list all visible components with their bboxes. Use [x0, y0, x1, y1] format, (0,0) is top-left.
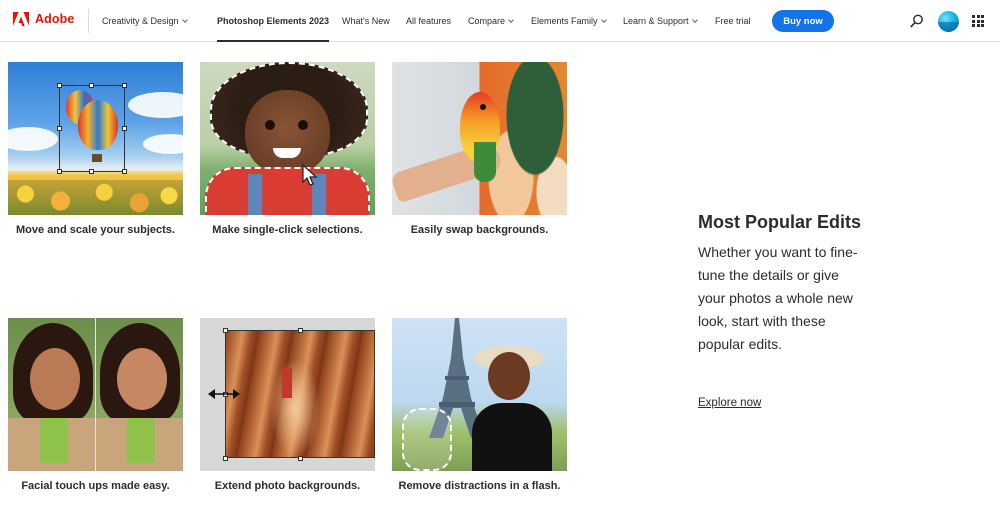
chevron-down-icon [181, 17, 188, 23]
nav-label: Creativity & Design [102, 16, 179, 26]
nav-label: Learn & Support [623, 16, 689, 26]
woman-smoothie-photo [8, 318, 183, 471]
nav-divider [88, 9, 89, 33]
feature-caption: Extend photo backgrounds. [214, 480, 361, 492]
nav-compare[interactable]: Compare [468, 0, 514, 42]
feature-caption: Easily swap backgrounds. [410, 224, 549, 236]
balloon-photo [8, 62, 183, 215]
feature-caption: Remove distractions in a flash. [398, 480, 561, 492]
nav-photoshop-elements-2023[interactable]: Photoshop Elements 2023 [217, 0, 330, 42]
brand-name: Adobe [35, 12, 75, 26]
selection-box [59, 85, 125, 172]
adobe-logo[interactable]: Adobe [13, 12, 74, 26]
feature-caption: Move and scale your subjects. [16, 224, 175, 236]
app-switcher-icon[interactable] [972, 15, 984, 27]
explore-now-link[interactable]: Explore now [698, 397, 761, 409]
nav-label: What's New [342, 16, 390, 26]
canyon-photo [200, 318, 375, 471]
nav-label: Elements Family [531, 16, 598, 26]
nav-label: Free trial [715, 16, 751, 26]
nav-elements-family[interactable]: Elements Family [531, 0, 607, 42]
nav-free-trial[interactable]: Free trial [715, 0, 751, 42]
adobe-logo-icon [13, 12, 29, 26]
avatar[interactable] [938, 11, 959, 32]
chevron-down-icon [600, 17, 607, 23]
cursor-arrow-icon [302, 164, 318, 186]
buy-now-button[interactable]: Buy now [772, 10, 834, 32]
child-portrait-photo [200, 62, 375, 215]
resize-horizontal-icon [208, 389, 240, 399]
nav-label: All features [406, 16, 452, 26]
eiffel-tower-photo [392, 318, 567, 471]
global-nav: Adobe Creativity & Design Photoshop Elem… [0, 0, 1000, 42]
nav-creativity-design[interactable]: Creativity & Design [102, 0, 188, 42]
chevron-down-icon [691, 17, 698, 23]
nav-whats-new[interactable]: What's New [342, 0, 390, 42]
feature-caption: Make single-click selections. [212, 224, 363, 236]
nav-learn-support[interactable]: Learn & Support [623, 0, 698, 42]
nav-label: Compare [468, 16, 506, 26]
nav-label: Photoshop Elements 2023 [217, 16, 330, 26]
promo-title: Most Popular Edits [698, 212, 862, 232]
promo-body: Whether you want to fine-tune the detail… [698, 244, 858, 352]
crop-box [225, 330, 375, 458]
nav-all-features[interactable]: All features [406, 0, 451, 42]
feature-caption: Facial touch ups made easy. [21, 480, 170, 492]
parrot-photo [392, 62, 567, 215]
chevron-down-icon [508, 17, 514, 23]
search-icon[interactable] [910, 14, 924, 28]
